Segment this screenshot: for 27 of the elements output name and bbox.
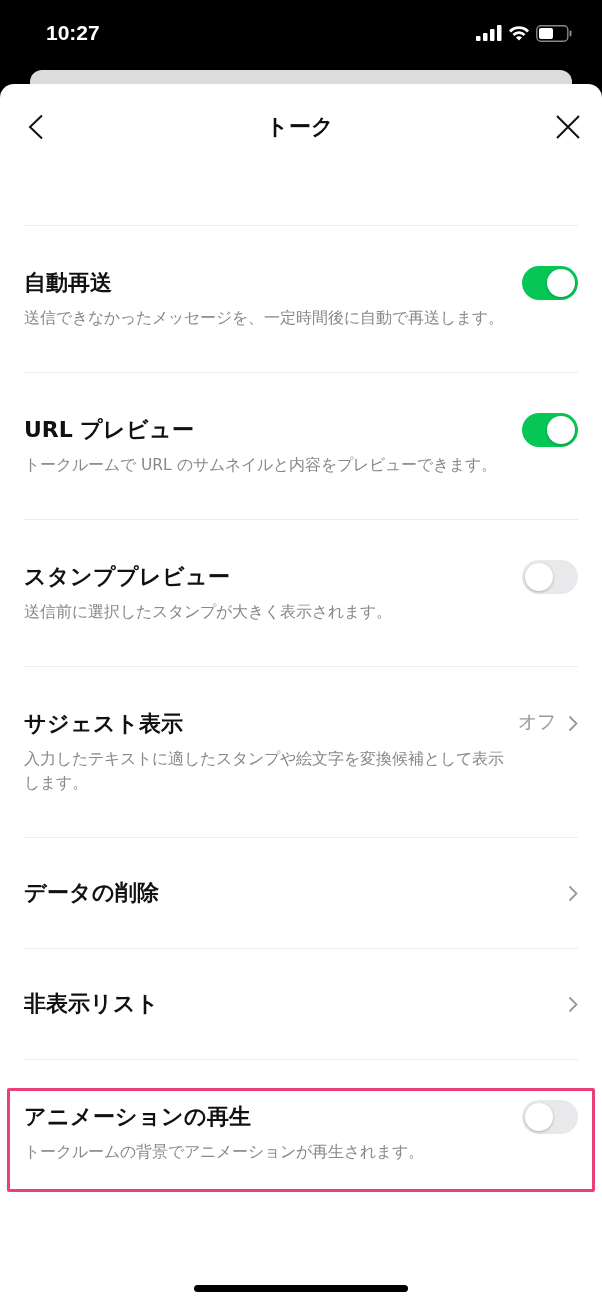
page-title: トーク (266, 113, 334, 141)
chevron-icon (568, 995, 578, 1013)
close-icon[interactable] (556, 115, 580, 139)
toggle-switch[interactable] (522, 1100, 578, 1134)
setting-title: URL プレビュー (24, 416, 196, 444)
toggle-switch[interactable] (522, 560, 578, 594)
chevron-icon (568, 715, 578, 732)
setting-description: 送信できなかったメッセージを、一定時間後に自動で再送します。 (24, 308, 505, 329)
setting-title: 非表示リスト (24, 990, 160, 1018)
setting-description: トークルームで URL のサムネイルと内容をプレビューできます。 (24, 455, 498, 476)
setting-description: トークルームの背景でアニメーションが再生されます。 (24, 1142, 425, 1163)
toggle-switch[interactable] (522, 266, 578, 300)
setting-title: 自動再送 (24, 269, 113, 297)
toggle-switch[interactable] (522, 413, 578, 447)
chevron-icon (568, 884, 578, 902)
back-icon[interactable] (28, 114, 44, 140)
setting-description: 入力したテキストに適したスタンプや絵文字を変換候補として表示します。 (24, 749, 505, 794)
setting-title: スタンププレビュー (24, 563, 231, 591)
clock-time: 10:27 (46, 21, 100, 45)
setting-description: 送信前に選択したスタンプが大きく表示されます。 (24, 602, 393, 623)
setting-value: オフ (518, 709, 556, 734)
setting-title: データの削除 (24, 879, 160, 907)
setting-title: アニメーションの再生 (24, 1103, 252, 1131)
battery-icon (536, 24, 572, 42)
signal-icon (476, 25, 502, 41)
setting-title: サジェスト表示 (24, 710, 184, 738)
wifi-icon (508, 25, 530, 41)
